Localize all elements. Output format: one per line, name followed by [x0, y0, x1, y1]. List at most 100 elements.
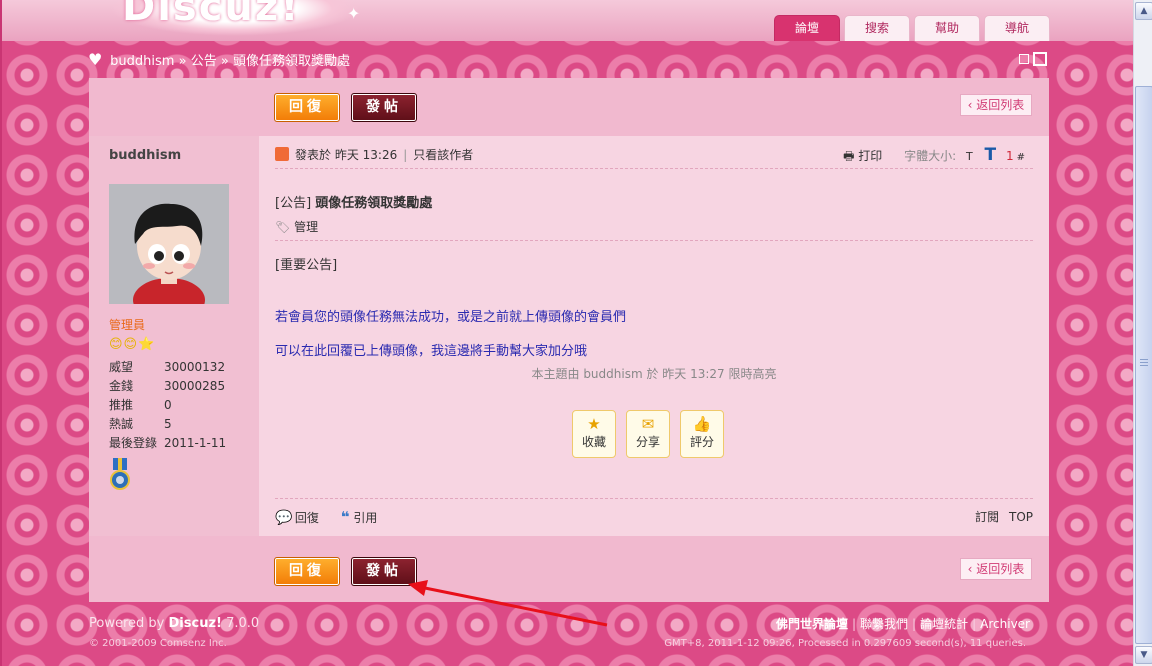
highlight-note: 本主題由 buddhism 於 昨天 13:27 限時高亮: [531, 367, 777, 381]
divider: [275, 240, 1033, 241]
author-sidebar: buddhism 管理員 😊😊⭐ 威望 30000132 金錢 30000285…: [89, 136, 259, 536]
footer-sep: |: [972, 617, 977, 631]
favorite-button[interactable]: ★ 收藏: [572, 410, 616, 458]
reply-button[interactable]: 回復: [274, 557, 340, 586]
rate-button[interactable]: 👍 評分: [680, 410, 724, 458]
author-role: 管理員: [109, 318, 146, 332]
stat-value: 2011-1-11: [164, 436, 227, 450]
scroll-thumb[interactable]: [1135, 86, 1152, 644]
footer-powered: Powered by Discuz! 7.0.0: [89, 616, 259, 631]
reply-button[interactable]: 回復: [274, 93, 340, 122]
nav-tabs: 論壇 搜索 幫助 導航: [774, 15, 1050, 41]
print-link[interactable]: 打印: [858, 149, 882, 163]
post-title: [公告] 頭像任務領取獎勵處: [275, 192, 432, 211]
wide-layout-icon[interactable]: [1033, 52, 1047, 66]
tab-search[interactable]: 搜索: [844, 15, 910, 41]
floor-hash: #: [1016, 152, 1025, 163]
post-info-bar: 發表於 昨天 13:26 | 只看該作者 🖶 打印 字體大小: T T 1 #: [275, 146, 1033, 169]
floor-number[interactable]: 1: [1006, 149, 1014, 163]
user-icon: [275, 147, 289, 161]
breadcrumb-thread: 頭像任務領取獎勵處: [232, 54, 350, 69]
stat-key: 最後登錄: [109, 436, 158, 450]
footer-link-stats[interactable]: 論壇統計: [920, 617, 968, 631]
scroll-down-button[interactable]: ▼: [1135, 646, 1152, 664]
post-tools: 🖶 打印 字體大小: T T 1 #: [843, 146, 1025, 167]
stat-value: 30000285: [164, 379, 226, 393]
breadcrumb-site[interactable]: buddhism: [110, 54, 174, 69]
scroll-up-button[interactable]: ▲: [1135, 2, 1152, 20]
manage-label: 管理: [294, 220, 319, 234]
stat-key: 熱誠: [109, 417, 134, 431]
post-content: 發表於 昨天 13:26 | 只看該作者 🖶 打印 字體大小: T T 1 # [公告…: [259, 136, 1049, 536]
reply-bubble-icon: 💬: [275, 510, 293, 526]
avatar[interactable]: [109, 184, 229, 304]
font-size-label: 字體大小:: [904, 149, 957, 163]
powered-name[interactable]: Discuz!: [169, 616, 222, 631]
subscribe-link[interactable]: 訂閱: [975, 510, 999, 524]
breadcrumb-sep: »: [220, 54, 229, 69]
footer-stats: GMT+8, 2011-1-12 09:26, Processed in 0.2…: [664, 638, 1026, 649]
reply-link[interactable]: 回復: [295, 511, 319, 525]
stat-row: 威望 30000132: [109, 358, 249, 377]
narrow-layout-icon[interactable]: [1019, 54, 1029, 64]
font-large-button[interactable]: T: [985, 145, 997, 165]
tab-forum[interactable]: 論壇: [774, 15, 840, 41]
print-icon: 🖶: [843, 149, 855, 163]
powered-prefix: Powered by: [89, 616, 165, 631]
breadcrumb: ♥ buddhism » 公告 » 頭像任務領取獎勵處: [88, 50, 350, 69]
footer-sep: |: [851, 617, 857, 631]
arrow-annotation: [408, 580, 608, 627]
star-icon: ★: [587, 415, 601, 433]
font-small-button[interactable]: T: [966, 150, 973, 163]
stat-key: 金錢: [109, 379, 134, 393]
stat-key: 推推: [109, 398, 134, 412]
powered-version: 7.0.0: [226, 616, 260, 631]
back-to-list-button[interactable]: ‹ 返回列表: [960, 558, 1032, 580]
author-stats: 威望 30000132 金錢 30000285 推推 0 熱誠 5 最後登錄 2011-1…: [109, 358, 249, 453]
heart-icon: ♥: [88, 50, 103, 69]
vertical-scrollbar[interactable]: ▲ ▼: [1133, 0, 1152, 666]
tag-icon: 🏷: [275, 220, 291, 234]
tab-help[interactable]: 幫助: [914, 15, 980, 41]
footer-copyright: © 2001-2009 Comsenz Inc.: [89, 638, 227, 649]
post-actions: ★ 收藏 ✉ 分享 👍 評分: [572, 410, 724, 458]
medal-icon[interactable]: [110, 458, 130, 492]
stat-row: 推推 0: [109, 396, 249, 415]
breadcrumb-section[interactable]: 公告: [191, 54, 217, 69]
quote-link[interactable]: 引用: [353, 511, 377, 525]
header-strip: Discuz! ✦ 論壇 搜索 幫助 導航: [2, 0, 1135, 41]
layout-toggle: [1019, 52, 1047, 66]
rank-icons: 😊😊⭐: [109, 337, 156, 352]
back-to-list-label: 返回列表: [976, 98, 1025, 112]
footer-link-forum[interactable]: 佛門世界論壇: [776, 617, 848, 631]
rate-label: 評分: [689, 435, 714, 449]
star-icon: ✦: [347, 4, 361, 23]
breadcrumb-sep: »: [178, 54, 187, 69]
title-tag[interactable]: [公告]: [275, 196, 311, 211]
footer-link-archiver[interactable]: Archiver: [980, 617, 1030, 631]
stat-value: 5: [164, 417, 172, 431]
only-author-link[interactable]: 只看該作者: [413, 148, 473, 162]
post-panel: 回復 發帖 ‹ 返回列表 buddhism 管理員 😊😊⭐ 威望 3000013…: [89, 78, 1049, 602]
stat-value: 0: [164, 398, 172, 412]
footer-link-contact[interactable]: 聯繫我們: [860, 617, 908, 631]
author-name[interactable]: buddhism: [109, 148, 181, 163]
share-button[interactable]: ✉ 分享: [626, 410, 670, 458]
avatar-image: [109, 184, 229, 304]
share-icon: ✉: [641, 415, 655, 433]
manage-link[interactable]: 🏷 管理: [275, 218, 318, 235]
new-post-button[interactable]: 發帖: [351, 93, 417, 122]
back-to-list-button[interactable]: ‹ 返回列表: [960, 94, 1032, 116]
stat-row: 金錢 30000285: [109, 377, 249, 396]
stat-key: 威望: [109, 360, 134, 374]
footer-sep: |: [912, 617, 917, 631]
scroll-grip: [1140, 359, 1148, 368]
title-text: 頭像任務領取獎勵處: [315, 196, 433, 211]
divider: [275, 498, 1033, 499]
top-link[interactable]: TOP: [1009, 510, 1033, 524]
logo-text: Discuz!: [122, 0, 301, 30]
tab-navigation[interactable]: 導航: [984, 15, 1050, 41]
back-to-list-label: 返回列表: [976, 562, 1025, 576]
stat-row: 最後登錄 2011-1-11: [109, 434, 249, 453]
footer-links: 佛門世界論壇 | 聯繫我們 | 論壇統計 | Archiver: [776, 615, 1030, 632]
